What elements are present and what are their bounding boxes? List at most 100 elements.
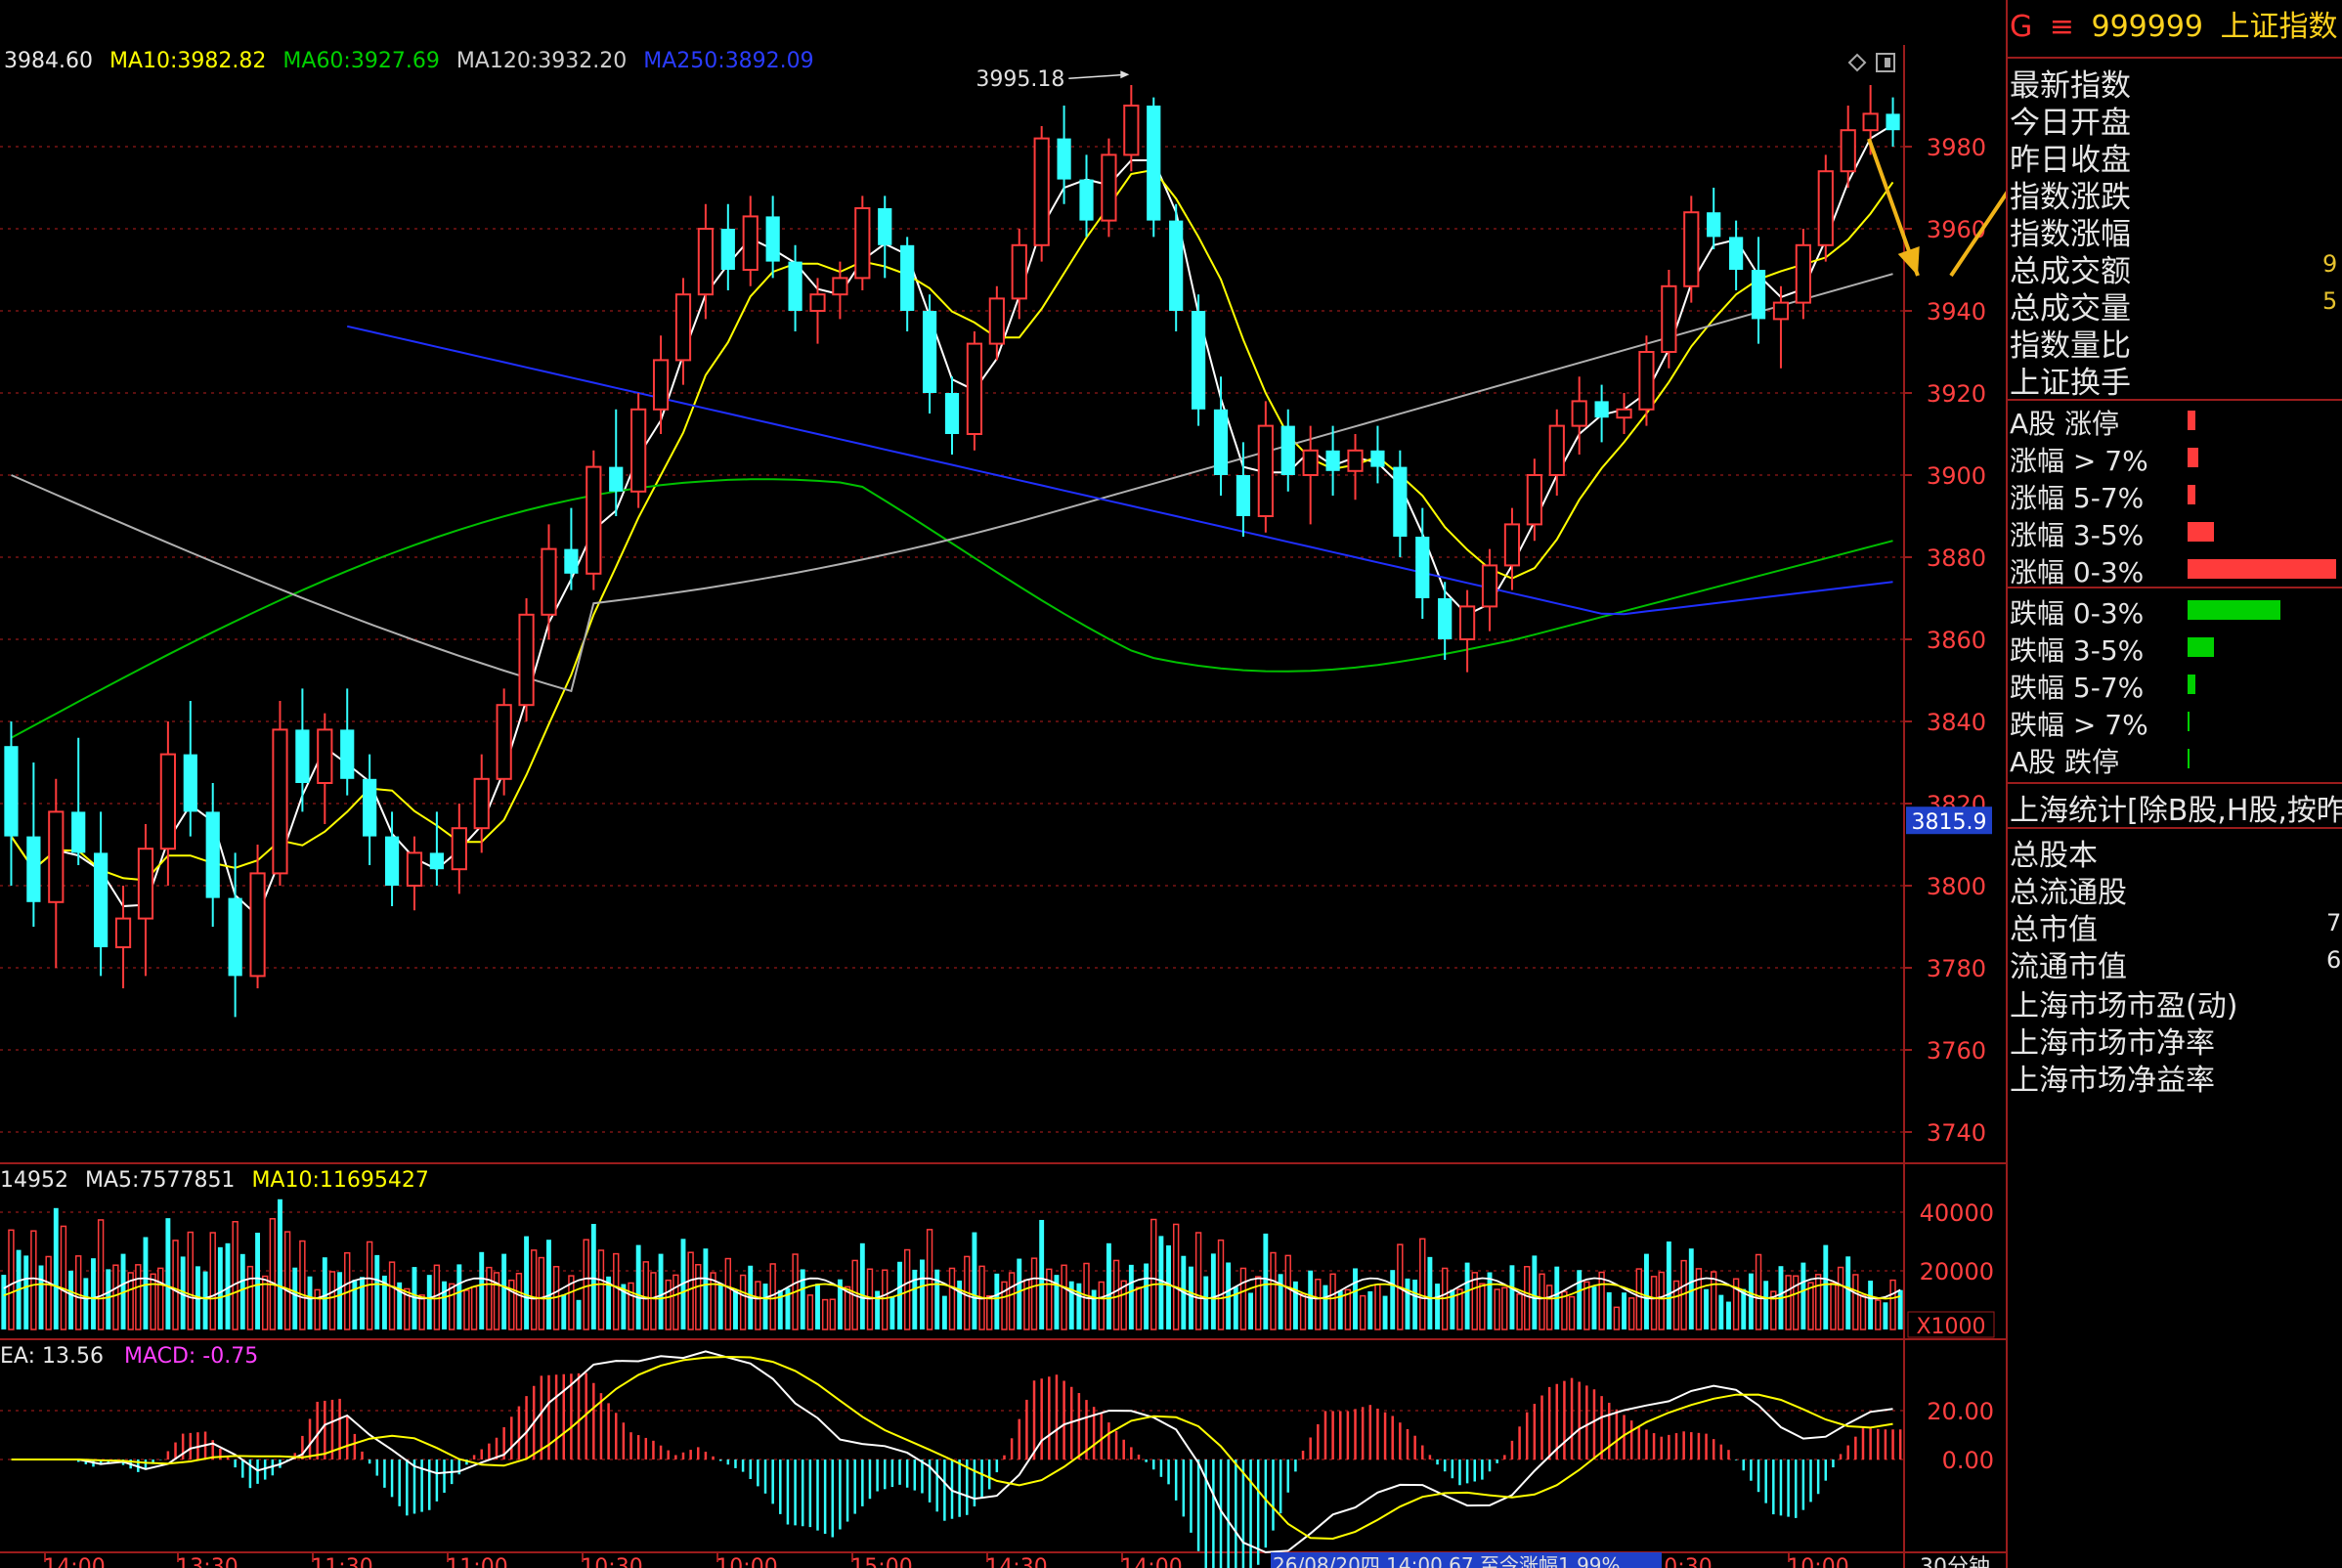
volume-bar [1166,1244,1171,1329]
volume-bar [762,1284,768,1329]
price-tick-label: 3900 [1927,462,1986,490]
vol-ma10-value: 11695427 [319,1168,429,1193]
volume-bar [1382,1295,1388,1329]
volume-bar [815,1284,820,1329]
volume-bar [1194,1232,1202,1330]
volume-bar [1,1275,7,1329]
volume-bar [83,1278,89,1329]
candle-body [586,465,602,575]
volume-bar [157,1267,164,1330]
candle-body [1548,424,1565,477]
volume-bar [255,1233,260,1329]
cursor-info-label: 26/08/20四 14:00 67 至今涨幅1.99% [1273,1553,1621,1568]
info-value: 5 [2322,287,2338,315]
candle-body [1213,409,1229,475]
volume-bar [97,1219,105,1330]
ma120-value: 3932.20 [538,49,628,73]
volume-bar [515,1273,523,1330]
volume-bar [687,1251,694,1330]
volume-bar [187,1231,194,1330]
volume-bar [1577,1270,1583,1329]
macd-legend: EA: 13.56 MACD: -0.75 [0,1344,258,1369]
volume-bar [1532,1255,1538,1329]
volume-bar [1189,1266,1193,1329]
volume-bar [1323,1285,1328,1329]
volume-bar [172,1240,179,1330]
volume-bar [1299,1293,1307,1330]
candle-body [1033,137,1050,246]
candle-body [1729,237,1744,270]
volume-bar [1046,1268,1053,1330]
price-tick-label: 3780 [1927,955,1986,982]
candle-body [1683,211,1700,287]
volume-bar [919,1259,925,1329]
candle-body [1886,113,1900,131]
candle-body [1772,301,1790,321]
volume-bar [1814,1274,1822,1330]
candle-body [1257,424,1274,518]
volume-bar [1278,1274,1283,1329]
candle-body [854,207,871,280]
candle-body [1370,450,1385,467]
volume-bar [8,1229,15,1330]
volume-bar [538,1256,545,1330]
volume-bar [1427,1256,1433,1329]
volume-bar [583,1239,589,1330]
candle-body [541,547,557,616]
breadth-bar [2188,448,2199,467]
menu-icon[interactable]: ≡ [2050,10,2074,44]
ma60-value: 3927.69 [350,49,440,73]
volume-bar [448,1283,455,1330]
price-tick-label: 3760 [1927,1037,1986,1065]
volume-bar [352,1280,358,1329]
volume-bar [1464,1262,1470,1329]
chart-background [0,0,2006,1568]
volume-bar [1785,1275,1792,1330]
candle-body [518,613,535,707]
volume-bar [246,1265,254,1330]
volume-bar [800,1269,805,1329]
volume-bar [1711,1271,1717,1330]
volume-bar [1144,1263,1149,1329]
volume-bar [658,1253,664,1329]
candle-body [765,216,780,262]
info-label: 上证换手 [2010,366,2131,401]
candle-body [4,746,19,837]
time-tick-label: 13:30 [176,1555,238,1568]
volume-bar [561,1294,567,1329]
volume-bar [1210,1253,1216,1329]
breadth-bar [2188,749,2190,768]
candle-body [228,897,242,977]
volume-bar [1509,1265,1515,1329]
volume-bar [1217,1239,1225,1330]
volume-bar [292,1267,298,1329]
stats-label: 上海市场净益率 [2010,1064,2215,1098]
volume-bar [859,1242,865,1329]
volume-bar [1270,1251,1277,1330]
high-price-annotation: 3995.18 [976,67,1064,92]
volume-bar [1539,1273,1545,1330]
volume-bar [889,1296,895,1329]
volume-bar [388,1261,396,1330]
volume-bar [1135,1286,1143,1330]
volume-bar [1158,1236,1164,1329]
volume-bar [1598,1271,1605,1330]
volume-bar [769,1263,776,1330]
volume-bar [150,1273,156,1330]
volume-bar [1203,1276,1209,1329]
volume-bar [994,1273,1000,1329]
candle-body [1526,474,1542,526]
vol-ma5-label: MA5: [85,1168,140,1193]
volume-bar [239,1253,245,1329]
volume-bar [1755,1253,1762,1330]
panel-divider [2006,399,2342,401]
volume-bar [60,1225,67,1330]
time-tick-label: 11:30 [311,1555,372,1568]
time-tick-label: 15:00 [850,1555,912,1568]
breadth-label: 跌幅 3-5% [2010,634,2145,667]
volume-bar [1726,1301,1731,1329]
candle-body [1616,408,1632,419]
volume-bar [442,1281,447,1329]
time-tick-label: 11:00 [446,1555,507,1568]
breadth-bar [2188,522,2214,542]
